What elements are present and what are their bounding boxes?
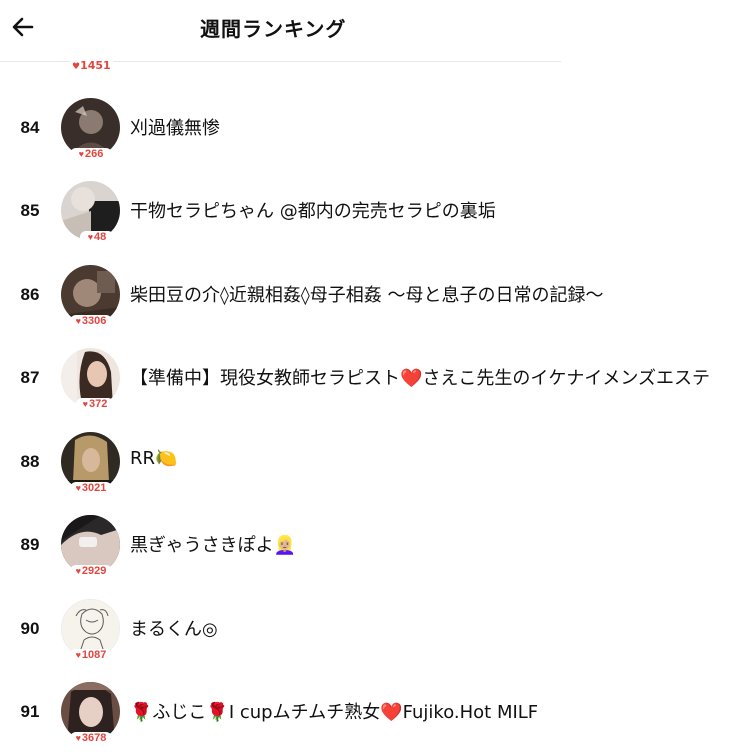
- heart-icon: ♥: [87, 232, 94, 242]
- heart-icon: ♥: [78, 149, 84, 159]
- rank-number: 89: [20, 535, 40, 554]
- rank-number: 87: [20, 368, 40, 387]
- likes-badge: ♥1087: [70, 649, 112, 661]
- ranking-row[interactable]: 89 ♥2929 黒ぎゃうさきぽよ👱🏼‍♀️: [0, 515, 756, 599]
- ranking-row[interactable]: 91 ♥3678 🌹ふじこ🌹I cupムチムチ熟女❤️Fujiko.Hot MI…: [0, 682, 756, 756]
- ranking-row[interactable]: 87 ♥372 【準備中】現役女教師セラピスト❤️さえこ先生のイケナイメンズエス…: [0, 348, 756, 432]
- account-name[interactable]: 【準備中】現役女教師セラピスト❤️さえこ先生のイケナイメンズエステ: [130, 364, 750, 390]
- top-bar: 週間ランキング: [0, 0, 561, 62]
- likes-badge: ♥266: [70, 148, 112, 160]
- heart-icon: ♥: [75, 483, 81, 493]
- account-name[interactable]: 柴田豆の介◊近親相姦◊母子相姦 〜母と息子の日常の記録〜: [130, 281, 750, 307]
- ranking-row[interactable]: 85 ♥48 干物セラピちゃん @都内の完売セラピの裏垢: [0, 181, 756, 265]
- back-button[interactable]: [10, 14, 36, 40]
- account-name[interactable]: 干物セラピちゃん @都内の完売セラピの裏垢: [130, 197, 750, 223]
- rank-number: 91: [20, 702, 40, 721]
- heart-icon: ♥: [82, 399, 88, 409]
- ranking-row[interactable]: 86 ♥3306 柴田豆の介◊近親相姦◊母子相姦 〜母と息子の日常の記録〜: [0, 265, 756, 349]
- page-title: 週間ランキング: [200, 17, 347, 41]
- ranking-row[interactable]: 84 ♥266 刈過儀無惨: [0, 98, 756, 182]
- rank-number: 88: [20, 452, 40, 471]
- account-name[interactable]: 🌹ふじこ🌹I cupムチムチ熟女❤️Fujiko.Hot MILF: [130, 698, 750, 724]
- account-name[interactable]: まるくん◎: [130, 615, 750, 641]
- account-name[interactable]: 黒ぎゃうさきぽよ👱🏼‍♀️: [130, 531, 750, 557]
- arrow-left-icon[interactable]: [10, 14, 36, 40]
- ranking-row[interactable]: 88 ♥3021 RR🍋: [0, 432, 756, 516]
- likes-badge: ♥3021: [70, 482, 112, 494]
- heart-icon: ♥: [72, 62, 81, 72]
- rank-number: 86: [20, 285, 40, 304]
- rank-number: 85: [20, 201, 40, 220]
- likes-badge: ♥372: [76, 398, 114, 410]
- heart-icon: ♥: [75, 733, 81, 743]
- likes-badge: ♥2929: [70, 565, 112, 577]
- likes-badge: ♥3678: [70, 732, 112, 744]
- likes-badge: ♥3306: [70, 315, 112, 327]
- heart-icon: ♥: [75, 650, 81, 660]
- likes-badge-partial: ♥1451: [70, 59, 113, 73]
- rank-number: 90: [20, 619, 40, 638]
- account-name[interactable]: RR🍋: [130, 448, 750, 469]
- rank-number: 84: [20, 118, 40, 137]
- heart-icon: ♥: [75, 316, 81, 326]
- account-name[interactable]: 刈過儀無惨: [130, 114, 750, 140]
- likes-badge: ♥48: [80, 231, 114, 243]
- heart-icon: ♥: [75, 566, 81, 576]
- ranking-row[interactable]: 90 ♥1087 まるくん◎: [0, 599, 756, 683]
